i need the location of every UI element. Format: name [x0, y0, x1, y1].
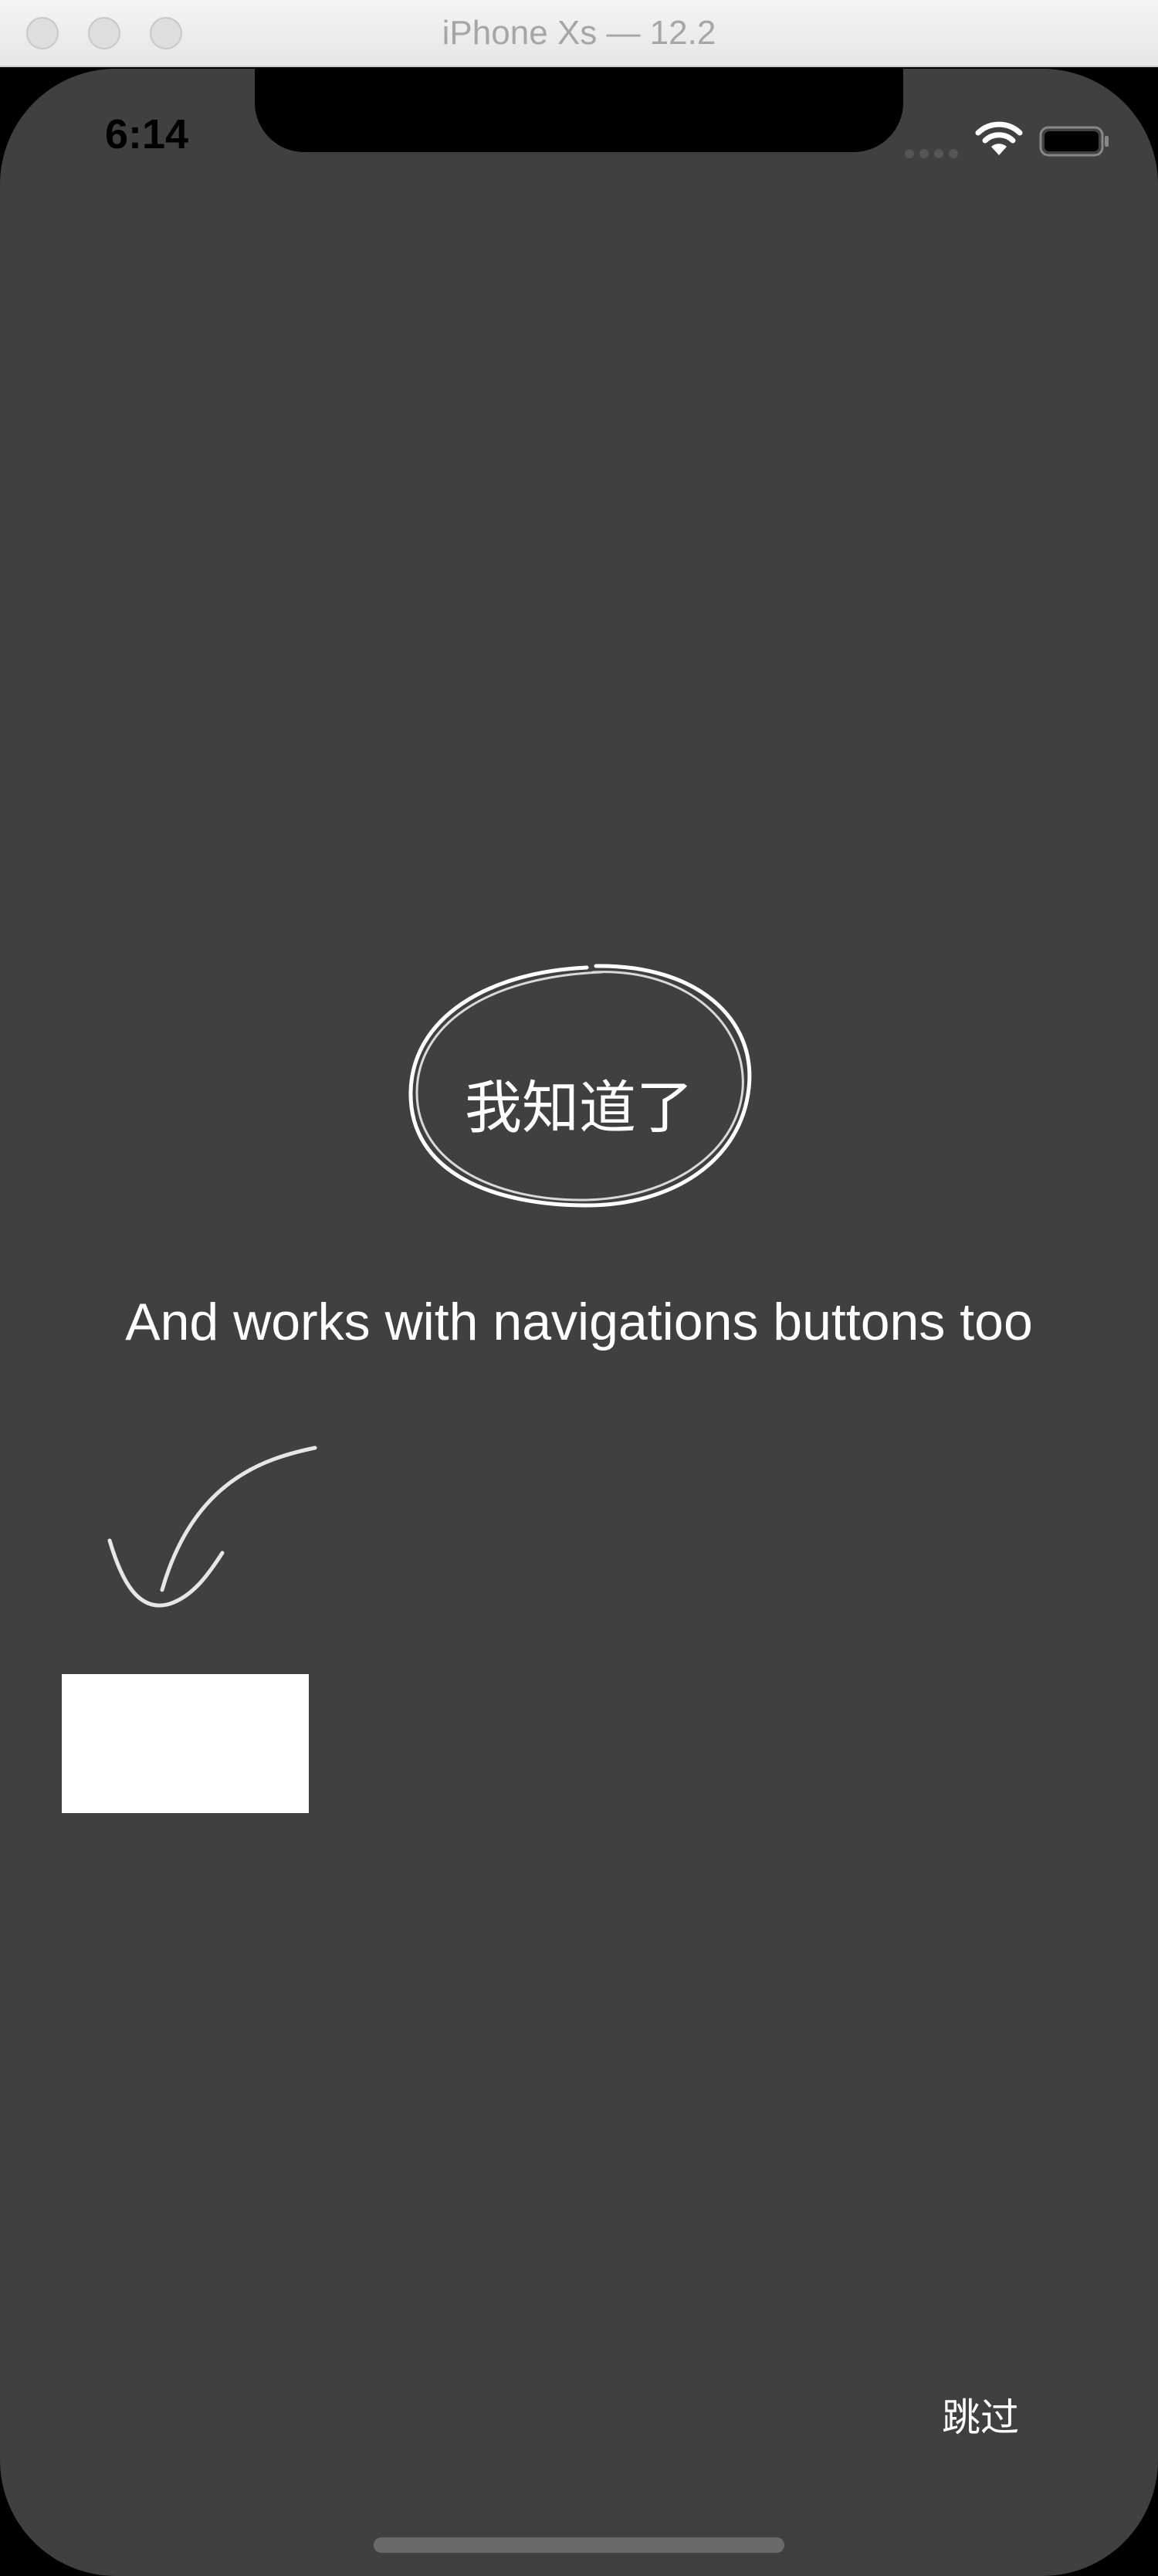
got-it-label: 我知道了	[465, 1075, 693, 1141]
battery-icon	[1039, 126, 1109, 157]
signal-dots-icon	[905, 149, 958, 160]
wifi-icon	[975, 121, 1023, 155]
simulator-window: iPhone Xs — 12.2 6:14 我知道了 And works wit…	[0, 0, 1158, 2576]
highlighted-nav-button[interactable]	[62, 1674, 309, 1813]
window-title: iPhone Xs — 12.2	[442, 14, 716, 52]
skip-button[interactable]: 跳过	[911, 2387, 1050, 2449]
home-indicator[interactable]	[374, 2537, 784, 2553]
walkthrough-message: And works with navigations buttons too	[125, 1293, 1033, 1351]
status-time: 6:14	[104, 111, 189, 158]
device-screen: 6:14 我知道了 And works with navigations but…	[0, 69, 1158, 2576]
got-it-button[interactable]: 我知道了	[394, 957, 764, 1219]
window-titlebar: iPhone Xs — 12.2	[0, 0, 1158, 67]
device-notch	[255, 69, 903, 152]
